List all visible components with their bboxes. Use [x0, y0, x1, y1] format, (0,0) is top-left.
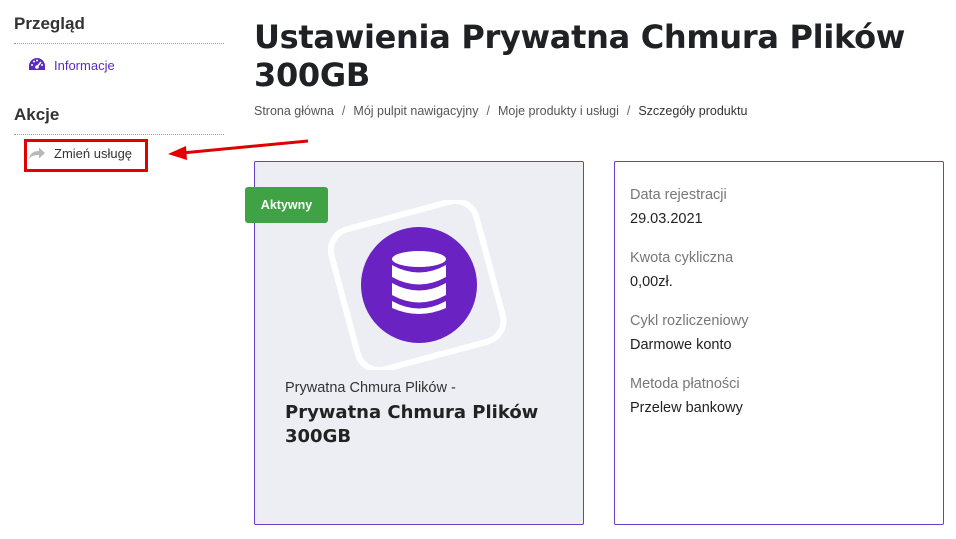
breadcrumb-separator: /	[486, 104, 490, 118]
detail-label: Data rejestracji	[630, 187, 727, 203]
detail-label: Cykl rozliczeniowy	[630, 313, 749, 329]
database-icon	[322, 197, 512, 375]
breadcrumb-separator: /	[341, 104, 346, 118]
breadcrumb-link-products[interactable]: Moje produkty i usługi	[498, 104, 619, 118]
detail-label: Metoda płatności	[630, 376, 740, 392]
breadcrumb-current: Szczegóły produktu	[638, 104, 748, 118]
product-name: Prywatna Chmura Plików 300GB	[285, 402, 539, 447]
detail-recurring-amount: Kwota cykliczna 0,00zł.	[630, 249, 733, 291]
page-title: Ustawienia Prywatna Chmura Plików 300GB	[254, 18, 906, 94]
sidebar-item-label: Informacje	[54, 57, 115, 73]
sidebar-heading-overview: Przegląd	[14, 14, 224, 44]
product-group: Prywatna Chmura Plików -	[285, 380, 456, 396]
breadcrumb-link-home[interactable]: Strona główna	[254, 104, 334, 118]
annotation-highlight-box	[24, 139, 148, 172]
detail-label: Kwota cykliczna	[630, 250, 734, 266]
breadcrumb-separator: /	[626, 104, 631, 118]
detail-payment-method: Metoda płatności Przelew bankowy	[630, 375, 743, 417]
annotation-arrow-icon	[168, 139, 309, 160]
status-badge: Aktywny	[245, 187, 328, 223]
breadcrumb-link-dashboard[interactable]: Mój pulpit nawigacyjny	[353, 104, 478, 118]
detail-value: 29.03.2021	[630, 211, 703, 227]
detail-billing-cycle: Cykl rozliczeniowy Darmowe konto	[630, 312, 748, 354]
sidebar-item-informacje[interactable]: Informacje	[28, 57, 115, 73]
detail-value: 0,00zł.	[630, 274, 673, 290]
dashboard-icon	[28, 57, 46, 73]
breadcrumb: Strona główna / Mój pulpit nawigacyjny /…	[254, 104, 747, 118]
detail-value: Darmowe konto	[630, 337, 732, 353]
detail-registration-date: Data rejestracji 29.03.2021	[630, 186, 727, 228]
detail-value: Przelew bankowy	[630, 400, 743, 416]
